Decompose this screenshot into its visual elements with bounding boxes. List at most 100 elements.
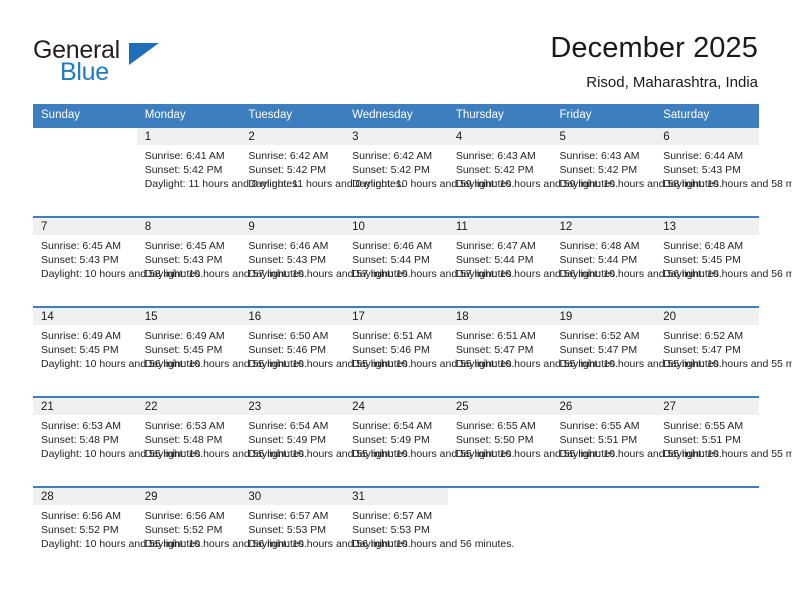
calendar-day-cell[interactable]: 12 Sunrise: 6:48 AM Sunset: 5:44 PM Dayligh… (551, 216, 722, 307)
sunset-text: Sunset: 5:47 PM (455, 344, 534, 357)
day-cell-details: Sunrise: 6:49 AM Sunset: 5:45 PM Daylight:… (137, 325, 307, 372)
general-blue-logo[interactable]: General Blue (33, 36, 213, 88)
daylight-text: Daylight: 10 hours and 57 minutes. (248, 268, 411, 281)
day-cell-inner: 27 Sunrise: 6:55 AM Sunset: 5:51 PM Dayligh… (655, 398, 792, 486)
sunrise-text: Sunrise: 6:49 AM (41, 330, 121, 342)
calendar-day-cell[interactable]: 10 Sunrise: 6:46 AM Sunset: 5:44 PM Dayligh… (344, 216, 514, 307)
day-cell-details: Sunrise: 6:43 AM Sunset: 5:42 PM Daylight:… (448, 145, 619, 192)
calendar-day-cell[interactable]: 25 Sunrise: 6:55 AM Sunset: 5:50 PM Dayligh… (447, 396, 619, 487)
day-cell-inner: 9 Sunrise: 6:46 AM Sunset: 5:43 PM Daylight… (240, 218, 411, 306)
day-number: 19 (551, 308, 656, 325)
page-subtitle: Risod, Maharashtra, India (586, 74, 758, 91)
calendar-day-cell[interactable]: 22 Sunrise: 6:53 AM Sunset: 5:48 PM Dayligh… (136, 396, 307, 487)
day-number: 5 (551, 128, 656, 145)
calendar-day-cell[interactable]: 23 Sunrise: 6:54 AM Sunset: 5:49 PM Dayligh… (240, 396, 411, 487)
sunrise-text: Sunrise: 6:41 AM (144, 150, 225, 162)
daylight-text: Daylight: 10 hours and 55 minutes. (144, 358, 307, 371)
day-cell-details (552, 505, 656, 509)
day-cell-details (655, 505, 759, 509)
day-number: 8 (136, 218, 241, 235)
calendar-day-cell[interactable]: 9 Sunrise: 6:46 AM Sunset: 5:43 PM Daylight… (240, 216, 411, 307)
calendar-day-cell[interactable]: 20 Sunrise: 6:52 AM Sunset: 5:47 PM Dayligh… (655, 306, 792, 397)
day-cell-inner: 15 Sunrise: 6:49 AM Sunset: 5:45 PM Dayligh… (136, 308, 307, 396)
sunset-text: Sunset: 5:53 PM (352, 524, 430, 537)
sunset-text: Sunset: 5:52 PM (41, 524, 119, 537)
calendar-day-cell[interactable]: 8 Sunrise: 6:45 AM Sunset: 5:43 PM Daylight… (136, 216, 307, 307)
calendar-day-cell[interactable]: 27 Sunrise: 6:55 AM Sunset: 5:51 PM Dayligh… (655, 396, 792, 487)
sunrise-text: Sunrise: 6:55 AM (663, 420, 744, 432)
calendar-day-cell[interactable]: 21 Sunrise: 6:53 AM Sunset: 5:48 PM Dayligh… (33, 396, 204, 487)
calendar-day-cell[interactable]: 26 Sunrise: 6:55 AM Sunset: 5:51 PM Dayligh… (551, 396, 722, 487)
daylight-text: Daylight: 10 hours and 55 minutes. (455, 358, 619, 371)
calendar-day-cell[interactable]: 11 Sunrise: 6:47 AM Sunset: 5:44 PM Dayligh… (447, 216, 619, 307)
calendar-day-cell[interactable]: 14 Sunrise: 6:49 AM Sunset: 5:45 PM Dayligh… (33, 306, 203, 397)
calendar-day-cell[interactable]: 30 Sunrise: 6:57 AM Sunset: 5:53 PM Dayligh… (240, 486, 411, 576)
sunrise-text: Sunrise: 6:46 AM (248, 240, 329, 252)
sunset-text: Sunset: 5:44 PM (455, 254, 534, 267)
calendar-day-cell[interactable]: 28 Sunrise: 6:56 AM Sunset: 5:52 PM Dayligh… (33, 486, 203, 576)
day-number: 2 (240, 128, 345, 145)
sunset-text: Sunset: 5:46 PM (248, 344, 327, 357)
day-cell-details: Sunrise: 6:43 AM Sunset: 5:42 PM Daylight:… (552, 145, 722, 192)
sunset-text: Sunset: 5:52 PM (144, 524, 223, 537)
day-number: 26 (551, 398, 656, 415)
calendar-week-row: 28 Sunrise: 6:56 AM Sunset: 5:52 PM Dayligh… (33, 486, 759, 576)
calendar-day-cell[interactable]: 19 Sunrise: 6:52 AM Sunset: 5:47 PM Dayligh… (551, 306, 722, 397)
calendar-grid: Sunday Monday Tuesday Wednesday Thursday… (33, 104, 792, 576)
day-number: 9 (240, 218, 345, 235)
calendar-day-cell-empty (551, 486, 656, 576)
calendar-day-cell[interactable]: 31 Sunrise: 6:57 AM Sunset: 5:53 PM Dayligh… (344, 486, 514, 576)
daylight-text: Daylight: 10 hours and 56 minutes. (248, 538, 411, 551)
sunset-text: Sunset: 5:42 PM (248, 164, 327, 177)
calendar-day-cell[interactable]: 24 Sunrise: 6:54 AM Sunset: 5:49 PM Dayligh… (344, 396, 514, 487)
calendar-week-row: 1 Sunrise: 6:41 AM Sunset: 5:42 PM Daylight… (33, 126, 792, 217)
calendar-day-cell[interactable]: 3 Sunrise: 6:42 AM Sunset: 5:42 PM Daylight… (344, 126, 514, 217)
weekday-header-friday: Friday (551, 104, 656, 127)
logo-text-blue: Blue (60, 58, 109, 86)
day-cell-details: Sunrise: 6:45 AM Sunset: 5:43 PM Daylight:… (33, 235, 204, 282)
daylight-text: Daylight: 10 hours and 55 minutes. (248, 448, 411, 461)
day-cell-inner: 17 Sunrise: 6:51 AM Sunset: 5:46 PM Dayligh… (344, 308, 514, 396)
calendar-day-cell[interactable]: 2 Sunrise: 6:42 AM Sunset: 5:42 PM Daylight… (240, 126, 404, 217)
calendar-day-cell[interactable]: 5 Sunrise: 6:43 AM Sunset: 5:42 PM Daylight… (551, 126, 722, 217)
calendar-day-cell[interactable]: 6 Sunrise: 6:44 AM Sunset: 5:43 PM Daylight… (655, 126, 792, 217)
weekday-header-sunday: Sunday (33, 104, 137, 127)
calendar-day-cell[interactable]: 7 Sunrise: 6:45 AM Sunset: 5:43 PM Daylight… (33, 216, 204, 307)
calendar-day-cell[interactable]: 1 Sunrise: 6:41 AM Sunset: 5:42 PM Daylight… (136, 126, 300, 217)
calendar-day-cell[interactable]: 15 Sunrise: 6:49 AM Sunset: 5:45 PM Dayligh… (136, 306, 307, 397)
day-cell-details: Sunrise: 6:42 AM Sunset: 5:42 PM Daylight:… (240, 145, 404, 192)
daylight-text: Daylight: 10 hours and 58 minutes. (41, 268, 204, 281)
day-number: 12 (551, 218, 656, 235)
day-cell-inner: 3 Sunrise: 6:42 AM Sunset: 5:42 PM Daylight… (344, 128, 514, 216)
calendar-day-cell[interactable]: 13 Sunrise: 6:48 AM Sunset: 5:45 PM Dayligh… (655, 216, 792, 307)
daylight-text: Daylight: 10 hours and 55 minutes. (455, 448, 619, 461)
calendar-day-cell[interactable]: 29 Sunrise: 6:56 AM Sunset: 5:52 PM Dayligh… (136, 486, 307, 576)
calendar-day-cell[interactable]: 16 Sunrise: 6:50 AM Sunset: 5:46 PM Dayligh… (240, 306, 411, 397)
daylight-text: Daylight: 10 hours and 55 minutes. (41, 448, 204, 461)
day-cell-inner: 24 Sunrise: 6:54 AM Sunset: 5:49 PM Dayligh… (344, 398, 514, 486)
day-cell-details: Sunrise: 6:46 AM Sunset: 5:43 PM Daylight:… (240, 235, 411, 282)
day-number: 27 (655, 398, 759, 415)
daylight-text: Daylight: 10 hours and 59 minutes. (455, 178, 619, 191)
day-cell-details: Sunrise: 6:56 AM Sunset: 5:52 PM Daylight:… (33, 505, 203, 552)
sunset-text: Sunset: 5:44 PM (559, 254, 638, 267)
sunrise-text: Sunrise: 6:49 AM (144, 330, 225, 342)
calendar-day-cell[interactable]: 4 Sunrise: 6:43 AM Sunset: 5:42 PM Daylight… (447, 126, 619, 217)
weekday-header-tuesday: Tuesday (240, 104, 345, 127)
day-cell-inner: 11 Sunrise: 6:47 AM Sunset: 5:44 PM Dayligh… (447, 218, 619, 306)
calendar-week-row: 21 Sunrise: 6:53 AM Sunset: 5:48 PM Dayligh… (33, 396, 792, 487)
sunset-text: Sunset: 5:50 PM (455, 434, 534, 447)
daylight-text: Daylight: 10 hours and 56 minutes. (455, 268, 619, 281)
day-cell-details: Sunrise: 6:46 AM Sunset: 5:44 PM Daylight:… (344, 235, 514, 282)
calendar-day-cell[interactable]: 17 Sunrise: 6:51 AM Sunset: 5:46 PM Dayligh… (344, 306, 514, 397)
day-cell-inner: 4 Sunrise: 6:43 AM Sunset: 5:42 PM Daylight… (447, 128, 619, 216)
day-number: 16 (240, 308, 345, 325)
calendar-day-cell[interactable]: 18 Sunrise: 6:51 AM Sunset: 5:47 PM Dayligh… (447, 306, 619, 397)
sunset-text: Sunset: 5:42 PM (455, 164, 534, 177)
daylight-text: Daylight: 10 hours and 55 minutes. (663, 448, 792, 461)
day-cell-inner: 1 Sunrise: 6:41 AM Sunset: 5:42 PM Daylight… (136, 128, 300, 216)
day-number: 23 (240, 398, 345, 415)
sunset-text: Sunset: 5:43 PM (248, 254, 327, 267)
sunrise-text: Sunrise: 6:53 AM (144, 420, 225, 432)
sunrise-text: Sunrise: 6:46 AM (352, 240, 433, 252)
